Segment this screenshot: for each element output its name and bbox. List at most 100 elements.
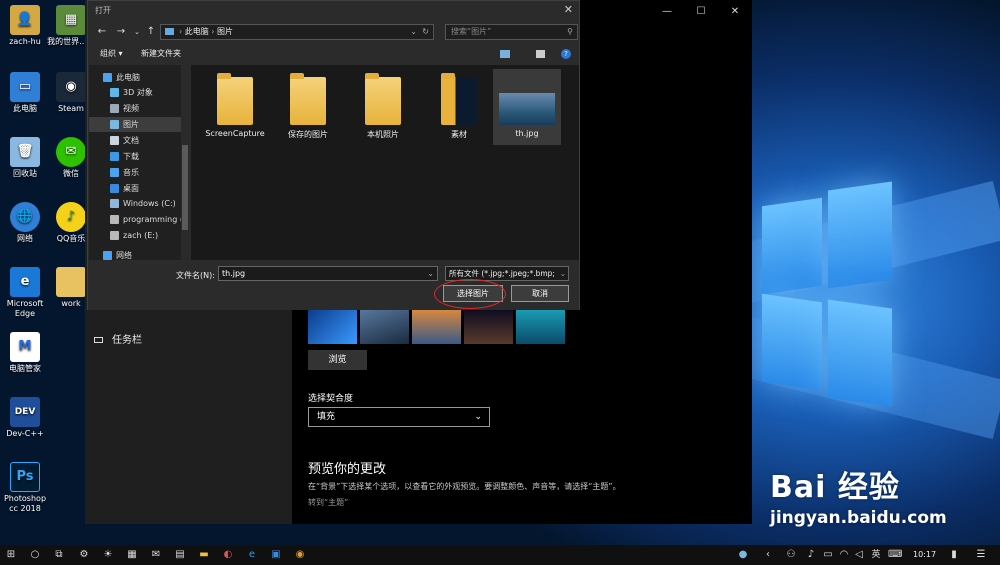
chrome-icon[interactable]: ◉ [294,549,306,561]
nav-item-music[interactable]: 音乐 [89,165,181,180]
nav-scrollbar[interactable] [181,65,189,260]
sidebar-item-taskbar[interactable]: 任务栏 [94,331,142,346]
pc-manager-icon: M [10,332,40,362]
tray-app-icon[interactable]: ● [737,549,749,561]
start-icon[interactable]: ⊞ [5,549,17,561]
clock[interactable]: 10:17 [913,550,936,559]
nav-item-downloads[interactable]: 下载 [89,149,181,164]
up-arrow-icon[interactable]: ↑ [144,25,158,39]
file-item-screencapture[interactable]: ScreenCapture [202,69,268,145]
cube-icon [110,88,119,97]
nav-item-documents[interactable]: 文档 [89,133,181,148]
desktop-icon-pc-manager[interactable]: M 电脑管家 [0,332,50,374]
browse-button[interactable]: 浏览 [308,350,367,370]
nav-item-videos[interactable]: 视频 [89,101,181,116]
nav-item-network[interactable]: 网络 [89,248,181,260]
settings-gear-icon[interactable]: ⚙ [78,549,90,561]
help-icon[interactable]: ? [561,49,571,59]
app-icon[interactable]: ◐ [222,549,234,561]
file-item-th-jpg[interactable]: th.jpg [493,69,561,145]
search-input[interactable]: 搜索“图片” ⚲ [445,24,578,40]
people-icon[interactable]: ⚇ [785,549,797,561]
dialog-toolbar: 组织 ▾ 新建文件夹 ? [88,43,579,65]
computer-icon [103,73,112,82]
close-icon[interactable]: ✕ [564,3,573,16]
notification-icon[interactable]: ▮ [948,549,960,561]
edge-icon[interactable]: e [246,549,258,561]
file-item-saved-pictures[interactable]: 保存的图片 [275,69,341,145]
network-tray-icon[interactable]: ◠ [838,549,850,561]
taskbar: ⊞ ○ ⧉ ⚙ ☀ ▦ ✉ ▤ ▬ ◐ e ▣ ◉ ● ‹ ⚇ ♪ ▭ ◠ ◁ … [0,545,1000,565]
preview-pane-icon[interactable] [536,50,545,58]
chevron-down-icon[interactable]: ⌄ [427,267,434,280]
speaker-icon[interactable]: ◁ [853,549,865,561]
minimize-icon[interactable]: — [650,0,684,22]
ime-indicator[interactable]: 英 [870,549,882,561]
background-thumbnail[interactable] [464,308,513,344]
baidu-watermark: Bai 经验 jingyan.baidu.com [770,462,947,528]
nav-item-desktop[interactable]: 桌面 [89,181,181,196]
windows-logo-wallpaper [762,180,892,410]
cortana-icon[interactable]: ○ [29,549,41,561]
back-arrow-icon[interactable]: ← [95,25,109,39]
wechat-icon: ✉ [56,137,86,167]
steam-icon: ◉ [56,72,86,102]
scrollbar-thumb[interactable] [182,145,188,230]
brightness-icon[interactable]: ☀ [102,549,114,561]
new-folder-button[interactable]: 新建文件夹 [141,48,181,59]
mail-icon[interactable]: ✉ [150,549,162,561]
nav-item-drive-e[interactable]: zach (E:) [89,228,181,243]
forward-arrow-icon[interactable]: → [114,25,128,39]
task-view-icon[interactable]: ⧉ [53,549,65,561]
file-explorer-icon[interactable]: ▬ [198,549,210,561]
edge-icon: e [10,267,40,297]
chevron-down-icon: ⌄ [474,412,482,422]
file-item-materials[interactable]: 素材 [426,69,492,145]
breadcrumb-pictures[interactable]: 图片 [217,27,233,36]
organize-button[interactable]: 组织 ▾ [100,48,123,59]
theme-link[interactable]: 转到“主题” [308,497,348,508]
desktop-icon-user[interactable]: 👤 zach-hu [0,5,50,47]
filename-input[interactable]: th.jpg ⌄ [218,266,438,281]
calendar-icon[interactable]: ▦ [126,549,138,561]
battery-icon[interactable]: ▭ [822,549,834,561]
close-icon[interactable]: ✕ [718,0,752,22]
music-icon [110,168,119,177]
notification-center-icon[interactable]: ☰ [975,549,987,561]
desktop-icon-this-pc[interactable]: ▭ 此电脑 [0,72,50,114]
calculator-icon[interactable]: ▤ [174,549,186,561]
nav-item-drive-c[interactable]: Windows (C:) [89,196,181,211]
nav-item-drive-programming[interactable]: programming ( [89,212,183,227]
volume-icon[interactable]: ♪ [805,549,817,561]
keyboard-icon[interactable]: ⌨ [888,549,902,561]
chevron-down-icon[interactable]: ⌄ [410,25,417,39]
background-thumbnail[interactable] [308,308,357,344]
background-thumbnail[interactable] [412,308,461,344]
network-icon: 🌐 [10,202,40,232]
chevron-down-icon[interactable]: ⌄ [130,25,144,39]
network-icon [103,251,112,260]
nav-item-this-pc[interactable]: 此电脑 [89,70,181,85]
background-thumbnail[interactable] [360,308,409,344]
folder-icon [365,73,401,125]
fit-dropdown[interactable]: 填充 ⌄ [308,407,490,427]
computer-icon [165,28,174,35]
view-options-icon[interactable] [500,50,510,58]
photos-icon[interactable]: ▣ [270,549,282,561]
desktop-icon-dev-cpp[interactable]: DEV Dev-C++ [0,397,50,439]
cancel-button[interactable]: 取消 [511,285,569,302]
desktop-icon-photoshop[interactable]: Ps Photoshop cc 2018 [0,462,50,514]
refresh-icon[interactable]: ↻ [422,25,429,39]
file-item-camera-roll[interactable]: 本机照片 [350,69,416,145]
desktop-icon-recycle-bin[interactable]: 🗑 回收站 [0,137,50,179]
tray-chevron-icon[interactable]: ‹ [762,549,774,561]
background-thumbnail[interactable] [516,308,565,344]
desktop-icon-edge[interactable]: e Microsoft Edge [0,267,50,319]
preview-description: 在“背景”下选择某个选项，以查看它的外观预览。要调整颜色、声音等，请选择“主题”… [308,482,621,491]
address-bar[interactable]: › 此电脑 › 图片 ⌄ ↻ [160,24,434,40]
maximize-icon[interactable]: ☐ [684,0,718,22]
breadcrumb-this-pc[interactable]: 此电脑 [185,27,209,36]
desktop-icon-network[interactable]: 🌐 网络 [0,202,50,244]
nav-item-3d-objects[interactable]: 3D 对象 [89,85,181,100]
nav-item-pictures[interactable]: 图片 [89,117,181,132]
